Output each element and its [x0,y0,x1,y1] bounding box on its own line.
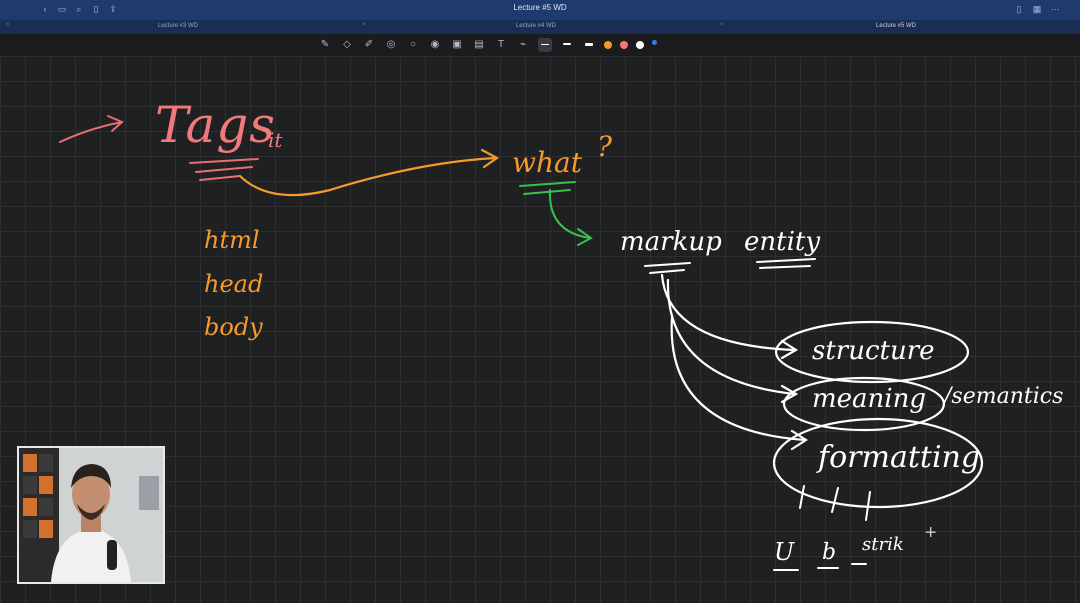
tag-list-item: head [204,270,264,298]
formatting-label: formatting [818,440,981,475]
meaning-label: meaning [812,384,926,414]
what-to-markup-arrow [548,189,593,246]
pointer-arrow [59,115,124,143]
markup-label: markup [620,227,722,257]
example-strike-tag: strik [862,534,904,555]
tag-list-item: body [204,313,263,341]
presenter-image [19,448,163,582]
example-ticks [799,485,871,521]
entity-label: entity [744,227,821,257]
markup-underline [644,262,691,274]
markup-to-structure-arrow [660,273,799,360]
tags-underline [189,158,259,181]
tag-list-item: html [204,226,260,254]
question-mark: ? [597,130,613,163]
example-underline-tag: U [774,538,795,566]
semantics-label: /semantics [944,384,1064,409]
cursor-crosshair: + [924,522,938,541]
entity-underline [756,258,816,269]
what-label: what [512,146,582,179]
structure-label: structure [812,336,935,366]
what-underline [519,181,576,195]
example-bold-tag: b [822,540,837,565]
tags-to-what-arrow [238,148,500,197]
tags-suffix: it [268,128,283,152]
tags-heading: Tags [155,96,276,154]
presenter-webcam [17,446,165,584]
